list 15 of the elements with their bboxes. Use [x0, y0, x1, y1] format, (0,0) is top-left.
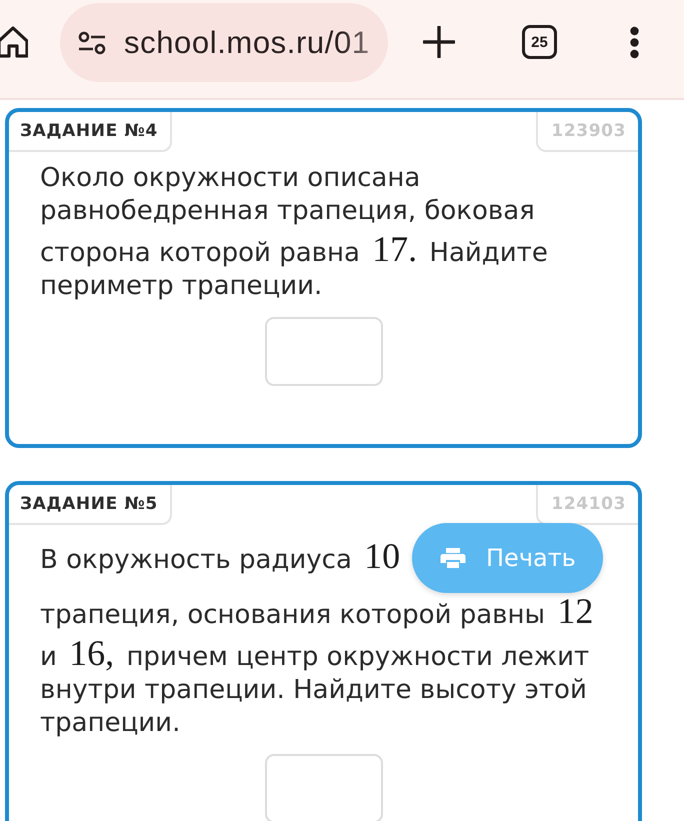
home-icon[interactable]	[0, 25, 28, 59]
problem-text: В окружность радиуса 10	[40, 535, 402, 577]
task-title: ЗАДАНИЕ №4	[9, 112, 172, 152]
url-text: school.mos.ru/01	[124, 24, 370, 60]
sliders-icon[interactable]	[78, 30, 106, 54]
task-title: ЗАДАНИЕ №5	[9, 485, 172, 525]
problem-text: Около окружности описана равнобедренная трапеция, боковая сторона которой равна 17. Найдите периметр трапеции.	[40, 162, 549, 303]
plus-icon[interactable]	[423, 26, 455, 58]
answer-field[interactable]	[264, 754, 382, 821]
menu-icon[interactable]	[628, 26, 641, 58]
printer-icon	[440, 547, 466, 569]
tab-switcher-button[interactable]: 25	[522, 25, 557, 59]
problem-text: трапеция, основания которой равны 12 и 16, причем центр окружности лежит внутри трапеции. Найдите высоту этой трапеции.	[40, 590, 594, 740]
address-bar[interactable]: school.mos.ru/01	[60, 3, 388, 82]
answer-field[interactable]	[264, 317, 382, 386]
